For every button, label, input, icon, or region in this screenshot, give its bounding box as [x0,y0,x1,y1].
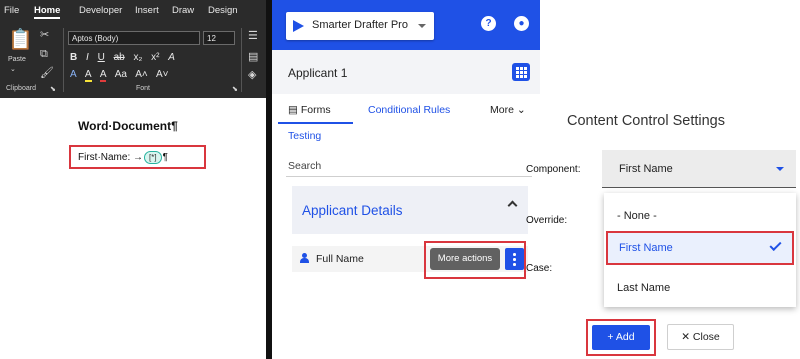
active-tab-indicator [278,122,353,124]
settings-title: Content Control Settings [567,113,725,129]
check-icon [769,238,782,252]
document-title: Word·Document¶ [78,119,178,133]
format-painter-icon[interactable]: 🖌 [40,68,54,79]
applicant-details-section[interactable]: Applicant Details [292,186,528,234]
component-select[interactable]: First Name [602,150,796,188]
tab-forms[interactable]: ▤ Forms [288,104,331,116]
subscript-button[interactable]: x₂ [134,52,143,63]
clipboard-launcher-icon[interactable]: ⬊ [50,84,56,95]
menu-design[interactable]: Design [208,5,238,16]
option-first-name[interactable]: First Name [606,231,794,265]
override-label: Override: [526,215,568,226]
clear-formatting-button[interactable]: A [168,52,175,63]
document-field-line: First·Name: → [*] ¶ [69,145,206,169]
grid-menu-button[interactable] [512,63,530,81]
text-effects-button[interactable]: A [70,69,77,80]
content-control-settings: Content Control Settings Component: Firs… [526,0,800,359]
account-icon[interactable]: ● [514,16,529,31]
product-selector[interactable]: Smarter Drafter Pro [286,12,434,40]
ribbon-separator-2 [241,28,242,92]
strikethrough-button[interactable]: ab [114,52,125,63]
option-none[interactable]: - None - [604,197,796,231]
menu-developer[interactable]: Developer [79,5,122,16]
brand-arrow-icon [293,20,304,32]
add-button[interactable]: + Add [592,325,650,350]
product-name: Smarter Drafter Pro [312,19,408,31]
format-row-1: B I U ab x₂ x² A [70,52,181,63]
chevron-down-icon: ⌄ [513,104,526,116]
chevron-up-icon[interactable] [507,200,518,211]
add-button-label: Add [615,331,635,343]
menu-file[interactable]: File [4,5,19,16]
option-first-name-label: First Name [619,242,673,254]
font-color-button[interactable]: A [99,69,107,82]
font-name-select[interactable]: Aptos (Body) [68,31,200,45]
search-underline [286,176,532,177]
ribbon-separator [63,28,64,92]
format-row-2: A A A Aa A˄ A˅ [70,69,174,82]
cut-icon[interactable]: ✂ [40,30,49,41]
search-input[interactable]: Search [288,160,321,172]
ribbon-groups: 📋 Paste ⌄ ✂ ⧉ 🖌 Clipboard ⬊ Aptos (Body)… [0,22,266,98]
help-icon[interactable]: ? [481,16,496,31]
field-label-text: First·Name: → [78,152,143,164]
word-ribbon: File Home Developer Insert Draw Design 📋… [0,0,266,98]
underline-button[interactable]: U [98,52,105,63]
shrink-font-button[interactable]: A˅ [156,69,169,80]
clipboard-group-label: Clipboard [6,85,36,92]
tab-conditional-rules[interactable]: Conditional Rules [368,104,450,116]
close-button-label: Close [692,331,720,343]
highlight-button[interactable]: A [84,69,92,82]
more-actions-highlight: More actions [424,241,526,279]
drafter-addin: Smarter Drafter Pro ? ● Applicant 1 ▤ Fo… [272,0,540,359]
drafter-header: Smarter Drafter Pro ? ● [272,0,540,50]
applicant-title: Applicant 1 [288,66,348,80]
word-window: File Home Developer Insert Draw Design 📋… [0,0,266,359]
case-label: Case: [526,263,553,274]
align-icon[interactable]: ▤ [248,52,258,63]
chevron-down-icon [776,167,784,171]
option-last-name[interactable]: Last Name [604,269,796,303]
paste-icon[interactable]: 📋 [8,30,33,50]
superscript-button[interactable]: x² [151,52,159,63]
tab-forms-label: Forms [300,104,331,116]
more-actions-button[interactable] [505,248,524,270]
content-control[interactable]: [*] [144,151,162,164]
font-name-value: Aptos (Body) [72,34,119,43]
component-value: First Name [619,163,673,175]
field-name: Full Name [316,253,364,265]
person-icon [299,253,309,263]
copy-icon[interactable]: ⧉ [40,49,48,60]
chevron-down-icon [418,24,426,28]
font-size-value: 12 [207,34,216,43]
component-label: Component: [526,164,581,175]
close-button[interactable]: ✕ Close [667,324,734,350]
font-size-select[interactable]: 12 [203,31,235,45]
screenshot-root: File Home Developer Insert Draw Design 📋… [0,0,800,359]
italic-button[interactable]: I [86,52,89,63]
section-title: Applicant Details [302,203,403,218]
bullets-icon[interactable]: ☰ [248,31,258,42]
paste-dropdown-icon[interactable]: ⌄ [10,64,16,75]
tab-testing[interactable]: Testing [288,130,321,142]
word-menu-bar: File Home Developer Insert Draw Design [0,0,266,20]
menu-home[interactable]: Home [34,5,61,19]
tab-more-label: More [490,104,514,116]
menu-draw[interactable]: Draw [172,5,194,16]
grow-font-button[interactable]: A˄ [135,69,148,80]
close-icon: ✕ [681,331,693,343]
shading-icon[interactable]: ◈ [248,70,256,81]
bold-button[interactable]: B [70,52,77,63]
forms-tab-icon: ▤ [288,104,301,116]
menu-insert[interactable]: Insert [135,5,159,16]
change-case-button[interactable]: Aa [115,69,127,80]
font-group-label: Font [136,85,151,92]
tab-more[interactable]: More ⌄ [490,104,526,116]
add-button-highlight: + Add [586,319,656,356]
font-launcher-icon[interactable]: ⬊ [232,84,238,95]
component-dropdown: - None - First Name Last Name [604,193,796,307]
pilcrow: ¶ [162,152,168,164]
more-actions-tooltip: More actions [430,248,500,270]
